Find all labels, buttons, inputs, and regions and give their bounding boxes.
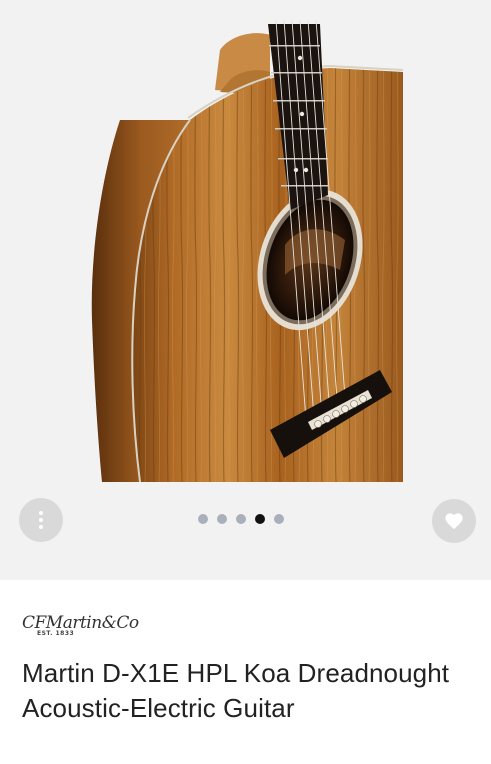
product-title: Martin D-X1E HPL Koa Dreadnought Acousti… (22, 658, 450, 723)
brand-logo[interactable]: CFMartin&Co EST. 1833 (22, 614, 139, 637)
more-vertical-icon (39, 511, 43, 529)
carousel-dot[interactable] (274, 514, 284, 524)
carousel-dot[interactable] (198, 514, 208, 524)
favorite-button[interactable] (432, 499, 476, 543)
carousel-dot[interactable] (217, 514, 227, 524)
carousel-indicator (198, 514, 284, 524)
more-options-button[interactable] (19, 498, 63, 542)
carousel-dot[interactable] (236, 514, 246, 524)
carousel-dot-active[interactable] (255, 514, 265, 524)
product-image-gallery[interactable] (0, 0, 491, 580)
product-info: CFMartin&Co EST. 1833 Martin D-X1E HPL K… (0, 580, 491, 764)
heart-icon (445, 513, 463, 530)
product-image[interactable] (80, 20, 410, 482)
